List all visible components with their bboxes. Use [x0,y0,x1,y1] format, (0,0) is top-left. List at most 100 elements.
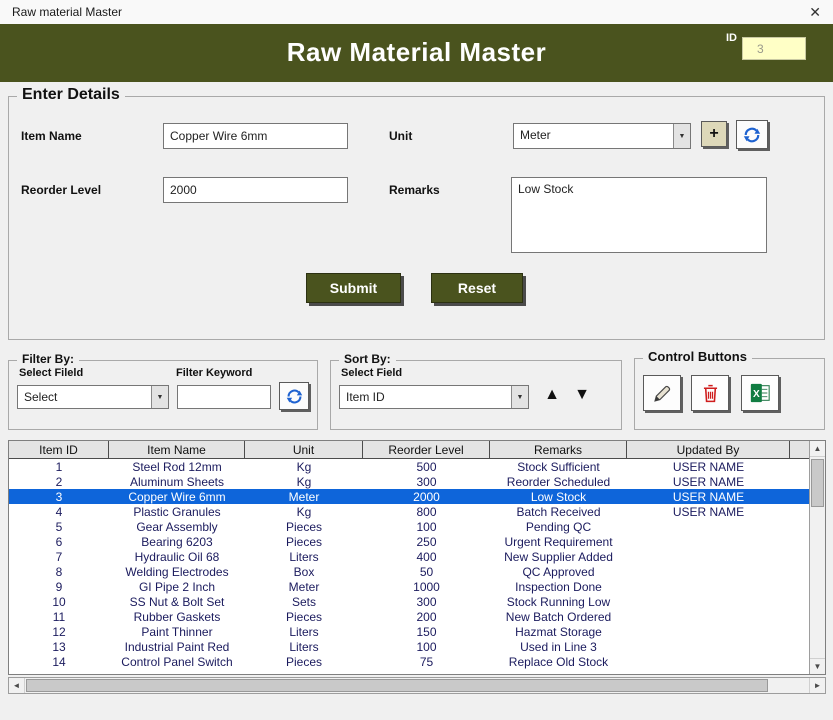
sort-field-select[interactable]: Item ID ▼ [339,385,529,409]
table-row[interactable]: 13Industrial Paint RedLiters100Used in L… [9,639,809,654]
submit-button[interactable]: Submit [306,273,401,303]
column-header-item-id[interactable]: Item ID [9,441,109,458]
table-cell [627,534,790,549]
table-cell: Kg [245,459,363,474]
table-cell: Gear Assembly [109,519,245,534]
reorder-level-input[interactable] [163,177,348,203]
table-row[interactable]: 7Hydraulic Oil 68Liters400New Supplier A… [9,549,809,564]
id-field[interactable]: 3 [742,37,806,60]
table-cell: 2 [9,474,109,489]
table-cell: Meter [245,489,363,504]
close-icon[interactable]: ✕ [809,5,821,19]
sort-by-group: Sort By: Select Field Item ID ▼ ▲ ▼ [330,360,622,430]
table-cell: Batch Received [490,504,627,519]
column-header-unit[interactable]: Unit [245,441,363,458]
reset-button[interactable]: Reset [431,273,523,303]
edit-button[interactable] [643,375,681,411]
table-cell: Pieces [245,654,363,669]
vertical-scroll-thumb[interactable] [811,459,824,507]
table-row[interactable]: 11Rubber GasketsPieces200New Batch Order… [9,609,809,624]
delete-button[interactable] [691,375,729,411]
filter-keyword-label: Filter Keyword [176,367,252,379]
table-cell: Hazmat Storage [490,624,627,639]
column-header-item-name[interactable]: Item Name [109,441,245,458]
sort-field-label: Select Field [341,367,402,379]
column-header-reorder-level[interactable]: Reorder Level [363,441,490,458]
titlebar: Raw material Master ✕ [0,0,833,24]
table-cell: Hydraulic Oil 68 [109,549,245,564]
table-row[interactable]: 12Paint ThinnerLiters150Hazmat Storage [9,624,809,639]
table-row[interactable]: 9GI Pipe 2 InchMeter1000Inspection Done [9,579,809,594]
apply-filter-button[interactable] [279,382,309,410]
table-cell: Meter [245,579,363,594]
add-unit-button[interactable]: + [701,121,727,147]
table-cell: 6 [9,534,109,549]
table-cell: USER NAME [627,459,790,474]
table-vertical-scrollbar[interactable]: ▲ ▼ [809,441,825,674]
table-cell [627,624,790,639]
scroll-right-icon[interactable]: ► [809,678,825,693]
unit-select-value: Meter [514,124,673,148]
table-cell: Reorder Scheduled [490,474,627,489]
table-row[interactable]: 1Steel Rod 12mmKg500Stock SufficientUSER… [9,459,809,474]
table-header-row: Item IDItem NameUnitReorder LevelRemarks… [9,441,809,459]
table-cell: Pieces [245,534,363,549]
raw-material-master-window: Raw material Master ✕ Raw Material Maste… [0,0,833,720]
table-row[interactable]: 4Plastic GranulesKg800Batch ReceivedUSER… [9,504,809,519]
table-row[interactable]: 6Bearing 6203Pieces250Urgent Requirement [9,534,809,549]
refresh-icon [742,125,762,145]
remarks-textarea[interactable]: Low Stock [511,177,767,253]
chevron-down-icon[interactable]: ▼ [673,124,690,148]
table-cell: Liters [245,639,363,654]
table-row[interactable]: 14Control Panel SwitchPieces75Replace Ol… [9,654,809,669]
table-row[interactable]: 8Welding ElectrodesBox50QC Approved [9,564,809,579]
svg-text:X: X [753,389,760,400]
scroll-down-icon[interactable]: ▼ [810,658,825,674]
refresh-icon [285,387,304,406]
table-cell: 11 [9,609,109,624]
table-cell: 100 [363,519,490,534]
sort-ascending-button[interactable]: ▲ [539,381,565,409]
table-cell: Stock Running Low [490,594,627,609]
chevron-down-icon[interactable]: ▼ [511,386,528,408]
table-row[interactable]: 10SS Nut & Bolt SetSets300Stock Running … [9,594,809,609]
horizontal-scroll-thumb[interactable] [26,679,768,692]
table-cell: Kg [245,504,363,519]
table-cell: 2000 [363,489,490,504]
table-cell: Inspection Done [490,579,627,594]
sort-descending-button[interactable]: ▼ [569,381,595,409]
table-cell: QC Approved [490,564,627,579]
pencil-icon [652,383,673,404]
table-cell: Copper Wire 6mm [109,489,245,504]
chevron-down-icon[interactable]: ▼ [151,386,168,408]
column-header-remarks[interactable]: Remarks [490,441,627,458]
column-header-updated-by[interactable]: Updated By [627,441,790,458]
table-cell: Pending QC [490,519,627,534]
table-row[interactable]: 3Copper Wire 6mmMeter2000Low StockUSER N… [9,489,809,504]
table-cell [627,594,790,609]
control-buttons-legend: Control Buttons [643,349,752,364]
page-title: Raw Material Master [0,37,833,68]
table-cell: Rubber Gaskets [109,609,245,624]
table-cell: Steel Rod 12mm [109,459,245,474]
scroll-up-icon[interactable]: ▲ [810,441,825,457]
item-name-input[interactable] [163,123,348,149]
scroll-left-icon[interactable]: ◄ [9,678,25,693]
table-row[interactable]: 2Aluminum SheetsKg300Reorder ScheduledUS… [9,474,809,489]
unit-select[interactable]: Meter ▼ [513,123,691,149]
table-row[interactable]: 5Gear AssemblyPieces100Pending QC [9,519,809,534]
filter-keyword-input[interactable] [177,385,271,409]
table-cell [627,579,790,594]
table-cell: Used in Line 3 [490,639,627,654]
table-horizontal-scrollbar[interactable]: ◄ ► [8,677,826,694]
refresh-units-button[interactable] [736,120,768,149]
table-cell: Plastic Granules [109,504,245,519]
export-excel-button[interactable]: X [741,375,779,411]
items-table: Item IDItem NameUnitReorder LevelRemarks… [8,440,826,675]
table-cell: Urgent Requirement [490,534,627,549]
filter-by-group: Filter By: Select Fileld Filter Keyword … [8,360,318,430]
filter-field-select[interactable]: Select ▼ [17,385,169,409]
table-cell: 12 [9,624,109,639]
table-cell: 4 [9,504,109,519]
id-label: ID [726,32,737,44]
